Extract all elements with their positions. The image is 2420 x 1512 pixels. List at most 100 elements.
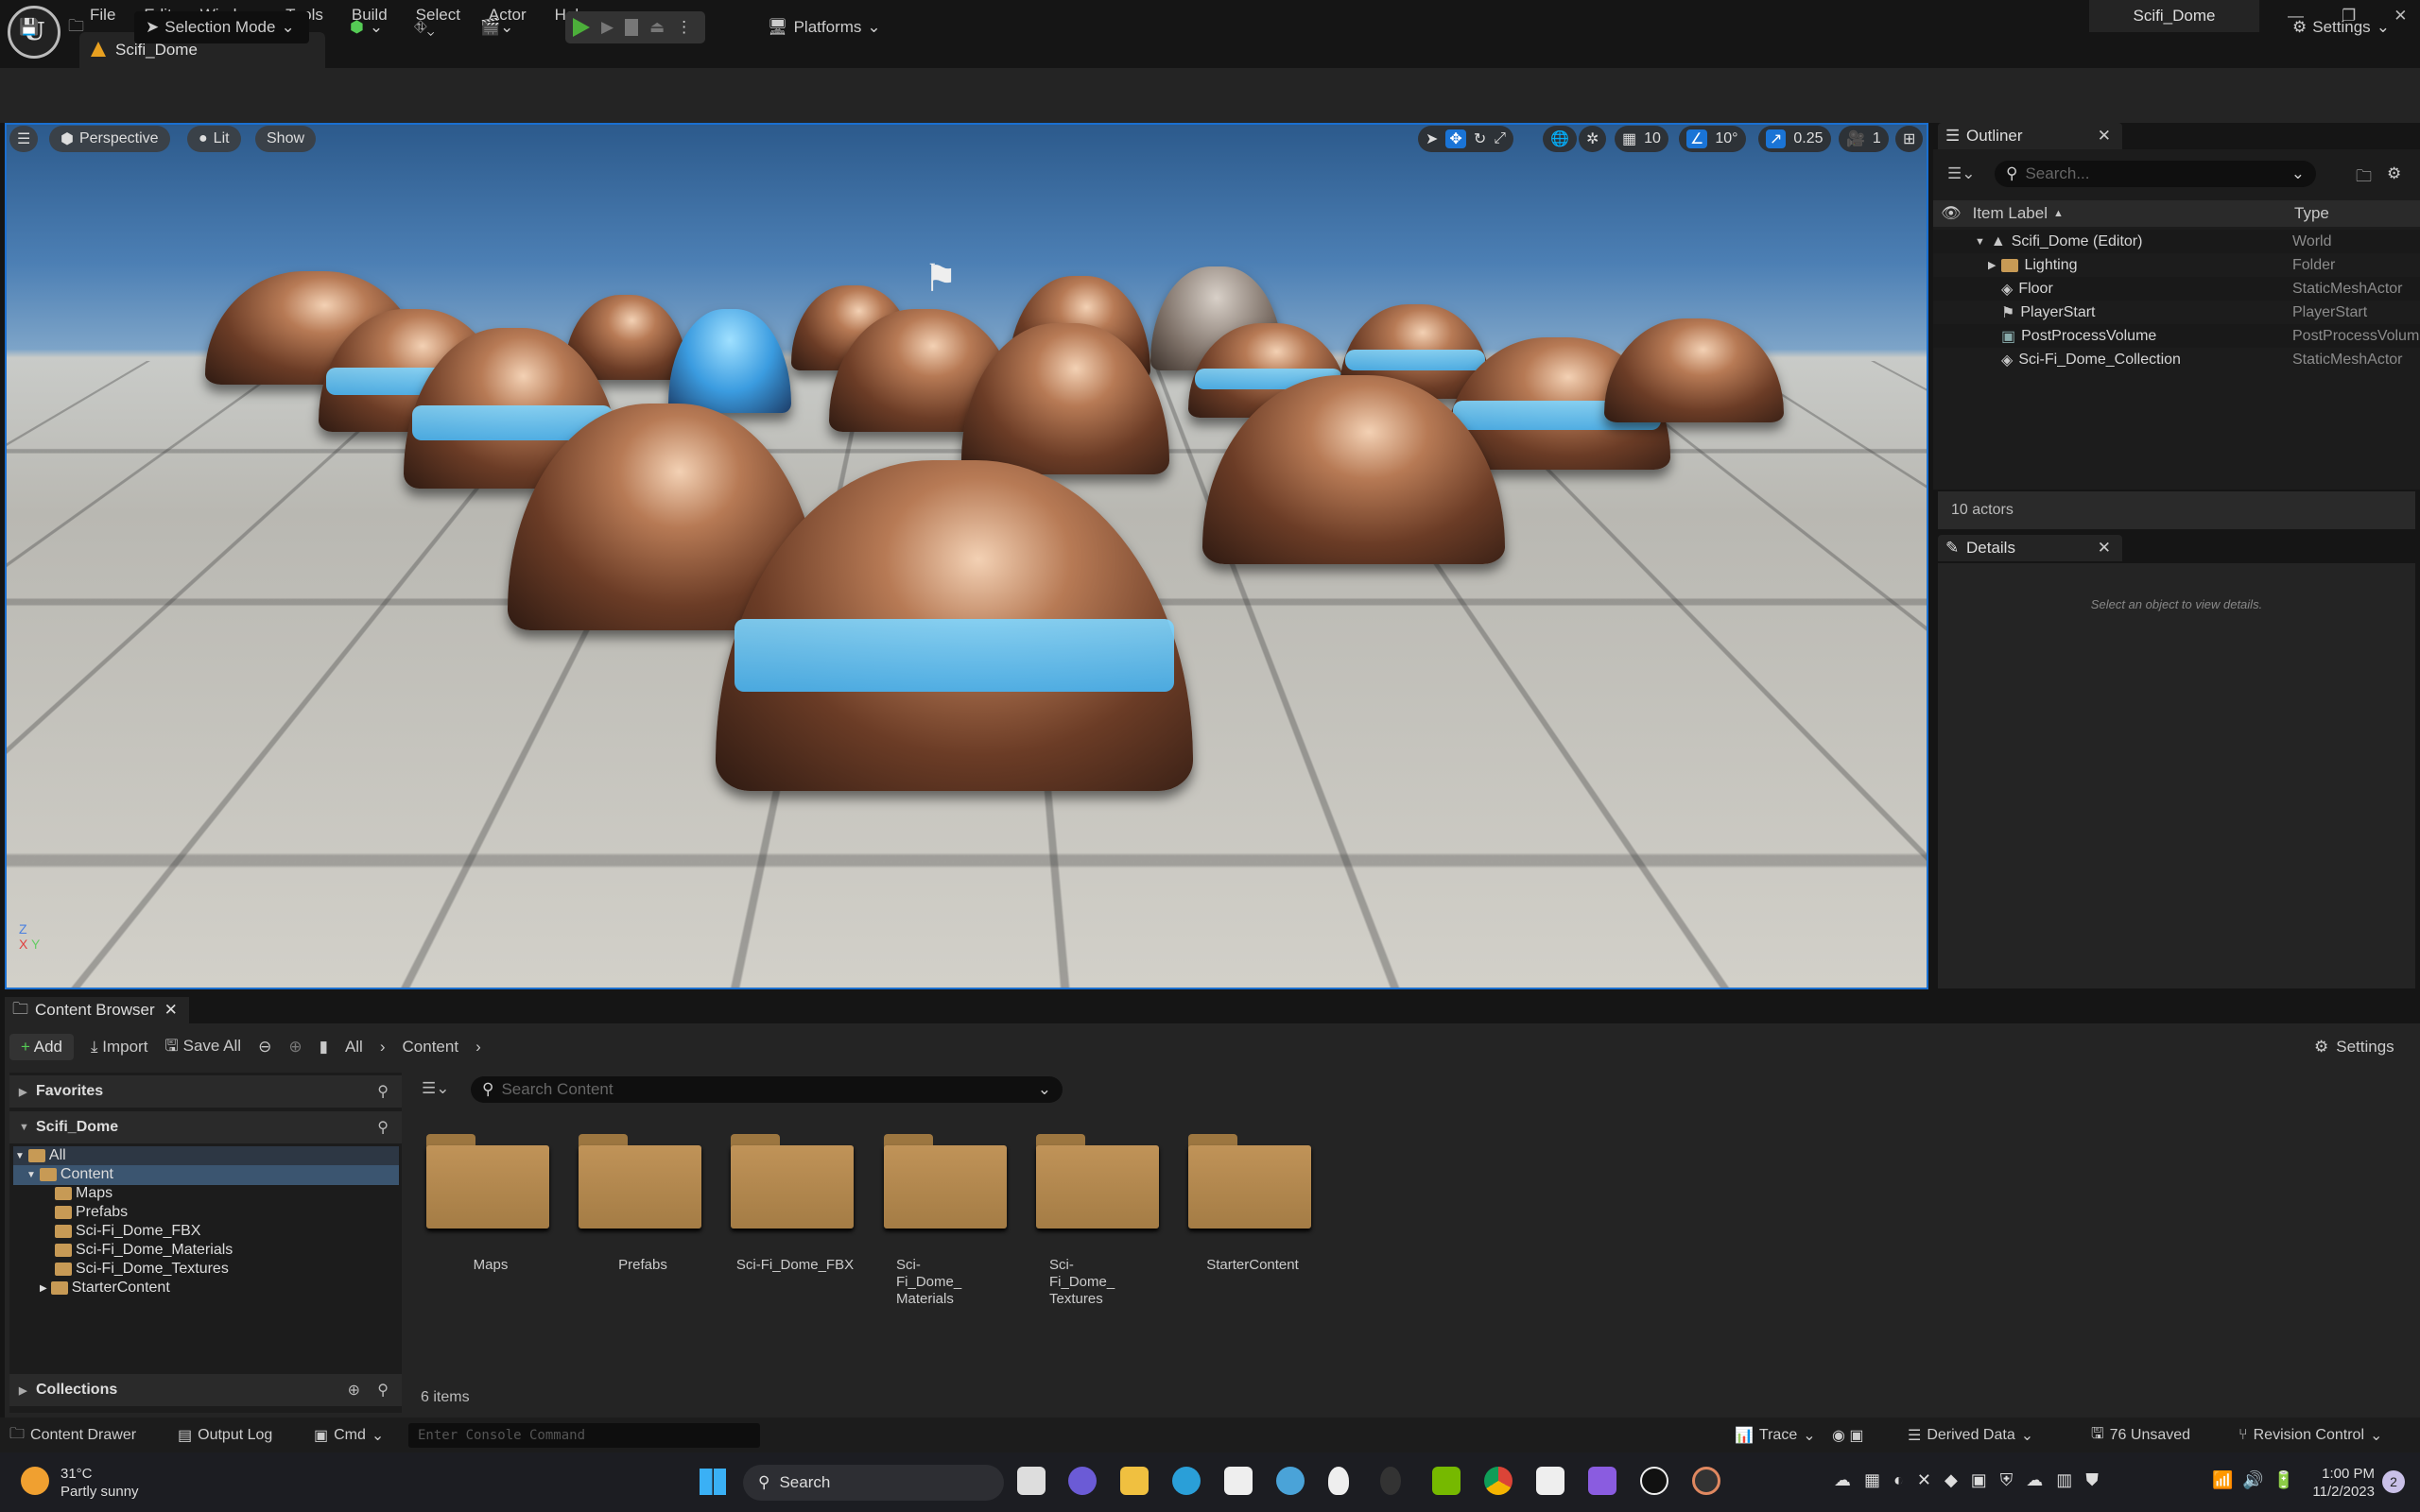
clipchamp-icon[interactable] [1588,1467,1616,1495]
scale-icon[interactable]: ⤢ [1494,130,1506,147]
alienware-icon[interactable] [1328,1467,1349,1495]
insights-icon[interactable]: ◉ ▣ [1832,1423,1864,1448]
content-browser-settings[interactable]: ⚙ Settings [2314,1038,2394,1057]
unsaved-button[interactable]: 🖫 76 Unsaved [2091,1423,2190,1448]
notification-badge[interactable]: 2 [2382,1470,2405,1493]
console-input[interactable]: Enter Console Command [408,1423,760,1448]
filter-icon[interactable]: ☰⌄ [422,1079,449,1098]
save-all-button[interactable]: 🖫 Save All [164,1034,241,1061]
show-button[interactable]: Show [255,126,317,152]
close-icon[interactable]: ✕ [2098,127,2111,146]
chrome-icon[interactable] [1484,1467,1512,1495]
tree-item-maps[interactable]: Maps [55,1184,112,1203]
system-tray-icons[interactable]: ☁▦◐✕◆▣⛨☁▥⛊ [1834,1470,2112,1490]
trace-dropdown[interactable]: 📊 Trace ⌄ [1735,1423,1816,1448]
weather-icon[interactable] [21,1467,49,1495]
back-icon[interactable]: ⊖ [258,1038,271,1057]
clock[interactable]: 1:00 PM 11/2/2023 [2299,1465,2375,1501]
outliner-row[interactable]: ◈ Floor StaticMeshActor [1933,277,2420,301]
column-type[interactable]: Type [2294,204,2329,223]
snipping-tool-icon[interactable] [1536,1467,1564,1495]
search-icon[interactable]: ⚲ [377,1381,389,1400]
tree-item-all[interactable]: ▼ All [15,1146,66,1165]
cmd-dropdown[interactable]: ▣ Cmd ⌄ [314,1423,384,1448]
menu-select[interactable]: Select [402,6,475,25]
add-actor-button[interactable]: ⬢ ⌄ [350,11,383,43]
filter-icon[interactable]: ☰⌄ [1947,164,1975,183]
step-icon[interactable]: ▶ [601,18,614,37]
tree-item-prefabs[interactable]: Prefabs [55,1203,128,1222]
play-icon[interactable] [573,18,590,37]
eject-icon[interactable]: ⏏ [649,18,665,37]
more-icon[interactable]: ⋮ [676,18,692,37]
outliner-row[interactable]: ▶ Lighting Folder [1933,253,2420,277]
outliner-row[interactable]: ⚑ PlayerStart PlayerStart [1933,301,2420,324]
collections-section[interactable]: ▶ Collections ⊕ ⚲ [9,1374,402,1406]
close-icon[interactable]: ✕ [2098,539,2111,558]
gear-icon[interactable]: ⚙ [2387,164,2401,183]
rotate-icon[interactable]: ↻ [1474,129,1486,148]
folder-tile-materials[interactable] [884,1134,1007,1228]
forward-icon[interactable]: ⊕ [288,1038,302,1057]
visibility-icon[interactable]: 👁 [1941,204,1962,223]
tab-details[interactable]: ✎ Details ✕ [1938,535,2122,561]
settings-dropdown[interactable]: ⚙ Settings ⌄ [2292,11,2390,43]
selection-mode-dropdown[interactable]: ➤ Selection Mode ⌄ [134,11,309,43]
favorites-section[interactable]: ▶ Favorites ⚲ [9,1075,402,1108]
outliner-row[interactable]: ▼ ▲ Scifi_Dome (Editor) World [1933,230,2420,253]
camera-speed[interactable]: 🎥 1 [1839,126,1889,152]
outliner-row[interactable]: ◈ Sci-Fi_Dome_Collection StaticMeshActor [1933,348,2420,371]
folder-tile-starter-content[interactable] [1188,1134,1311,1228]
lit-button[interactable]: ● Lit [187,126,241,152]
add-button[interactable]: + Add [9,1034,74,1060]
windows-start-icon[interactable] [700,1469,726,1495]
save-icon[interactable]: 💾 [19,11,39,43]
weather-widget[interactable]: 31°C Partly sunny [60,1465,139,1501]
derived-data-dropdown[interactable]: ☰ Derived Data ⌄ [1908,1423,2033,1448]
folder-tile-textures[interactable] [1036,1134,1159,1228]
tree-item-fbx[interactable]: Sci-Fi_Dome_FBX [55,1222,200,1241]
store-icon[interactable] [1224,1467,1253,1495]
output-log-button[interactable]: ▤ Output Log [178,1423,272,1448]
scale-snap[interactable]: ↗ 0.25 [1758,126,1831,152]
project-section[interactable]: ▼ Scifi_Dome ⚲ [9,1111,402,1143]
translate-icon[interactable]: ✥ [1445,129,1466,148]
tab-content-browser[interactable]: 🗀 Content Browser ✕ [5,997,189,1023]
close-icon[interactable]: ✕ [2394,7,2407,26]
outliner-row[interactable]: ▣ PostProcessVolume PostProcessVolume [1933,324,2420,348]
stop-icon[interactable] [625,19,639,36]
tree-item-starter-content[interactable]: ▶ StarterContent [40,1279,170,1297]
player-start-icon[interactable]: ⚑ [924,257,958,301]
chat-icon[interactable] [1068,1467,1097,1495]
tree-item-materials[interactable]: Sci-Fi_Dome_Materials [55,1241,233,1260]
surface-snap-toggle[interactable]: ✲ [1579,126,1607,152]
edge-icon[interactable] [1172,1467,1201,1495]
chevron-right-icon[interactable]: › [475,1038,481,1057]
nvidia-icon[interactable] [1432,1467,1461,1495]
level-viewport[interactable]: ⚑ [5,123,1928,989]
outliner-search-input[interactable]: ⚲ Search... ⌄ [1995,161,2316,187]
folder-tile-prefabs[interactable] [579,1134,701,1228]
file-explorer-icon[interactable] [1120,1467,1149,1495]
viewport-menu-button[interactable]: ☰ [9,126,39,152]
import-button[interactable]: ⤓ Import [91,1038,147,1057]
folder-tile-fbx[interactable] [731,1134,854,1228]
tree-item-textures[interactable]: Sci-Fi_Dome_Textures [55,1260,229,1279]
revision-control-dropdown[interactable]: ⑂ Revision Control ⌄ [2238,1423,2382,1448]
add-folder-icon[interactable]: 🗀 [2356,164,2372,192]
cinematics-button[interactable]: 🎬⌄ [480,11,513,43]
search-icon[interactable]: ⚲ [377,1082,389,1101]
folder-tile-maps[interactable] [426,1134,549,1228]
add-collection-icon[interactable]: ⊕ [348,1381,360,1400]
task-view-icon[interactable] [1017,1467,1046,1495]
viewport-layout-button[interactable]: ⊞ [1895,126,1924,152]
media-player-icon[interactable] [1692,1467,1720,1495]
taskbar-search[interactable]: ⚲ Search [743,1465,1004,1501]
column-item-label[interactable]: Item Label [1973,204,2048,223]
browse-icon[interactable]: 🗀 [68,11,84,43]
wifi-volume-battery-icons[interactable]: 📶🔊🔋 [2212,1470,2304,1490]
alienware-dark-icon[interactable] [1380,1467,1401,1495]
content-drawer-button[interactable]: 🗀 Content Drawer [9,1423,136,1448]
tree-item-content[interactable]: ▼ Content [26,1165,113,1184]
breadcrumb-content[interactable]: Content [403,1038,459,1057]
